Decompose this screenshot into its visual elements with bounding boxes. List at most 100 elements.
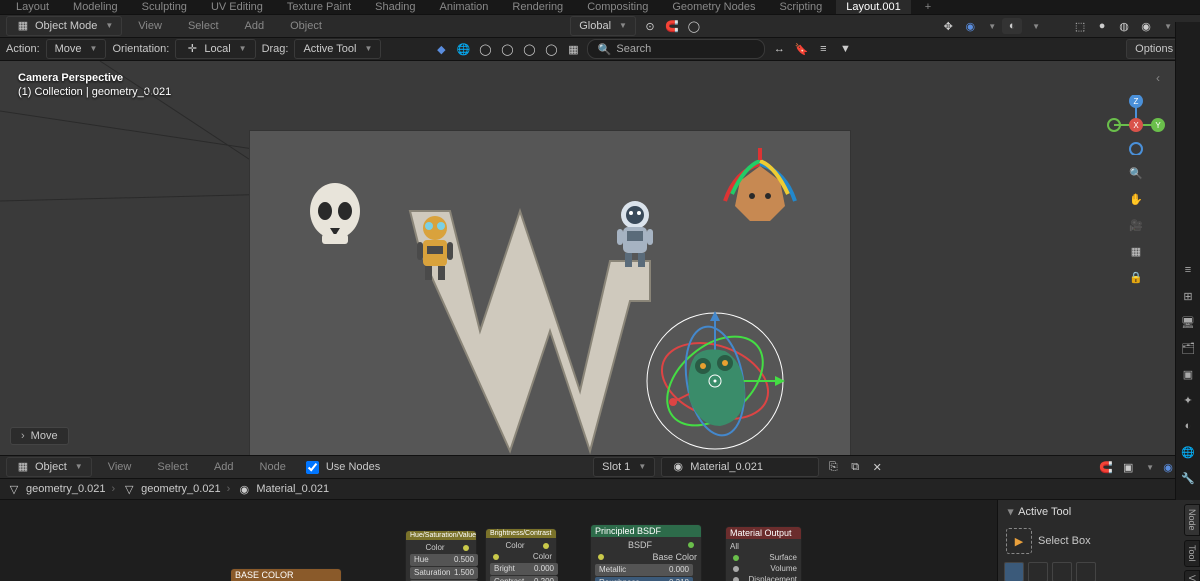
crumb-3[interactable]: ◉Material_0.021 bbox=[236, 481, 329, 497]
ws-tab[interactable]: Geometry Nodes bbox=[662, 0, 765, 15]
circle-icon[interactable]: ◯ bbox=[477, 41, 493, 57]
ne-snap-icon[interactable]: 🧲 bbox=[1098, 459, 1114, 475]
snap-icon[interactable]: 🧲 bbox=[664, 18, 680, 34]
slot-select[interactable]: Slot 1▼ bbox=[593, 457, 655, 477]
perspective-icon[interactable]: ▦ bbox=[1128, 243, 1144, 259]
display-mode-icon[interactable]: ◆ bbox=[433, 41, 449, 57]
side-tab-node[interactable]: Node bbox=[1184, 504, 1200, 536]
proportional-icon[interactable]: ◯ bbox=[686, 18, 702, 34]
side-tab-view[interactable]: View bbox=[1184, 570, 1200, 581]
ne-backdrop-icon[interactable]: ◉ bbox=[1160, 459, 1176, 475]
3d-viewport[interactable]: Camera Perspective (1) Collection | geom… bbox=[0, 61, 1200, 456]
ws-tab[interactable]: Scripting bbox=[769, 0, 832, 15]
mode-select[interactable]: ▦Object Mode▼ bbox=[6, 16, 122, 36]
ne-menu-node[interactable]: Node bbox=[250, 456, 296, 478]
rs-icon-3[interactable]: 🖥 bbox=[1179, 313, 1197, 331]
selmode-1[interactable] bbox=[1004, 562, 1024, 581]
ws-tab[interactable]: Sculpting bbox=[132, 0, 197, 15]
action-select[interactable]: Move▼ bbox=[46, 39, 107, 59]
circle2-icon[interactable]: ◯ bbox=[499, 41, 515, 57]
selmode-3[interactable] bbox=[1052, 562, 1072, 581]
ws-tab[interactable]: Compositing bbox=[577, 0, 658, 15]
gizmo-toggle-icon[interactable]: ✥ bbox=[940, 18, 956, 34]
ws-tab[interactable]: UV Editing bbox=[201, 0, 273, 15]
rs-icon-5[interactable]: ▣ bbox=[1179, 365, 1197, 383]
node-mode-select[interactable]: ▦Object▼ bbox=[6, 457, 92, 477]
ws-tab[interactable]: Texture Paint bbox=[277, 0, 361, 15]
crumb-2[interactable]: ▽geometry_0.021 bbox=[121, 481, 221, 497]
rs-icon-4[interactable]: 🗂 bbox=[1179, 339, 1197, 357]
node-hue-sat[interactable]: Hue/Saturation/Value Color Hue0.500 Satu… bbox=[405, 530, 477, 581]
material-field[interactable]: ◉Material_0.021 bbox=[661, 457, 819, 477]
shading-matprev-icon[interactable]: ◍ bbox=[1116, 18, 1132, 34]
node-principled-bsdf[interactable]: Principled BSDF BSDF Base Color Metallic… bbox=[590, 524, 702, 581]
rs-icon-6[interactable]: ✦ bbox=[1179, 391, 1197, 409]
ne-menu-view[interactable]: View bbox=[98, 456, 142, 478]
ws-tab[interactable]: Rendering bbox=[502, 0, 573, 15]
copy-icon[interactable]: ⧉ bbox=[847, 459, 863, 475]
shading-solid-icon[interactable]: ● bbox=[1094, 18, 1110, 34]
ws-tab[interactable]: Modeling bbox=[63, 0, 128, 15]
bookmark-icon[interactable]: 🔖 bbox=[793, 41, 809, 57]
node-base-color[interactable]: BASE COLOR Color bbox=[230, 568, 342, 581]
menu-object[interactable]: Object bbox=[280, 15, 332, 37]
nav-gizmo[interactable]: Z X Y bbox=[1106, 95, 1166, 155]
ws-tab[interactable]: Shading bbox=[365, 0, 425, 15]
menu-view[interactable]: View bbox=[128, 15, 172, 37]
pin-icon[interactable]: ⎘ bbox=[825, 459, 841, 475]
drag-value: Active Tool bbox=[303, 40, 356, 58]
last-op-panel[interactable]: ›Move bbox=[10, 427, 69, 445]
lock-icon[interactable]: 🔒 bbox=[1128, 269, 1144, 285]
circle3-icon[interactable]: ◯ bbox=[521, 41, 537, 57]
rs-icon-2[interactable]: ⊞ bbox=[1179, 287, 1197, 305]
rs-icon-8[interactable]: 🌐 bbox=[1179, 443, 1197, 461]
xray-icon[interactable]: ◐ bbox=[1002, 18, 1022, 34]
panel-title: Active Tool bbox=[1018, 506, 1071, 518]
cloud-icon[interactable]: ↔ bbox=[771, 41, 787, 57]
object-skull bbox=[310, 183, 360, 244]
overlays-icon[interactable]: ◉ bbox=[962, 18, 978, 34]
rs-icon-9[interactable]: 🔧 bbox=[1179, 469, 1197, 487]
ne-menu-select[interactable]: Select bbox=[147, 456, 198, 478]
grid-icon[interactable]: ▦ bbox=[565, 41, 581, 57]
selmode-2[interactable] bbox=[1028, 562, 1048, 581]
filter-icon[interactable]: ▼ bbox=[837, 41, 853, 57]
panel-header[interactable]: ▶Active Tool bbox=[1004, 506, 1194, 518]
node-bright-contrast[interactable]: Brightness/Contrast Color Color Bright0.… bbox=[485, 528, 557, 581]
render-icon[interactable]: 🌐 bbox=[455, 41, 471, 57]
ne-overlay-icon[interactable]: ▣ bbox=[1120, 459, 1136, 475]
ne-menu-add[interactable]: Add bbox=[204, 456, 244, 478]
circle4-icon[interactable]: ◯ bbox=[543, 41, 559, 57]
shading-rendered-icon[interactable]: ◉ bbox=[1138, 18, 1154, 34]
delete-icon[interactable]: ✕ bbox=[869, 459, 885, 475]
orientation-select[interactable]: Global▼ bbox=[570, 16, 636, 36]
zoom-icon[interactable]: 🔍 bbox=[1128, 165, 1144, 181]
rs-icon-7[interactable]: ◐ bbox=[1179, 417, 1197, 435]
search-placeholder: Search bbox=[616, 43, 651, 55]
pan-icon[interactable]: ✋ bbox=[1128, 191, 1144, 207]
menu-select[interactable]: Select bbox=[178, 15, 229, 37]
camera-icon[interactable]: 🎥 bbox=[1128, 217, 1144, 233]
use-nodes-checkbox[interactable] bbox=[306, 461, 319, 474]
ws-tab[interactable]: Layout bbox=[6, 0, 59, 15]
node-material-output[interactable]: Material Output All Surface Volume Displ… bbox=[725, 526, 802, 581]
selected-object[interactable] bbox=[647, 311, 785, 449]
pivot-icon[interactable]: ⊙ bbox=[642, 18, 658, 34]
search-input[interactable]: 🔍Search bbox=[587, 39, 765, 59]
node-canvas[interactable]: BASE COLOR Color Hue/Saturation/Value Co… bbox=[0, 500, 1200, 581]
menu-add[interactable]: Add bbox=[235, 15, 275, 37]
selmode-4[interactable] bbox=[1076, 562, 1096, 581]
crumb-1[interactable]: ▽geometry_0.021 bbox=[6, 481, 106, 497]
rs-icon-1[interactable]: ≡ bbox=[1179, 261, 1197, 279]
orientation-local-select[interactable]: ✛Local▼ bbox=[175, 39, 255, 59]
sock-out: Color bbox=[425, 543, 444, 552]
side-tab-tool[interactable]: Tool bbox=[1184, 540, 1200, 567]
shading-wire-icon[interactable]: ⬚ bbox=[1072, 18, 1088, 34]
ws-tab[interactable]: Animation bbox=[430, 0, 499, 15]
add-workspace-button[interactable]: + bbox=[915, 0, 941, 15]
list-icon[interactable]: ≡ bbox=[815, 41, 831, 57]
use-nodes-toggle[interactable]: Use Nodes bbox=[302, 458, 380, 477]
ws-tab-active[interactable]: Layout.001 bbox=[836, 0, 910, 15]
slot-label: Slot 1 bbox=[602, 458, 630, 476]
drag-select[interactable]: Active Tool▼ bbox=[294, 39, 381, 59]
